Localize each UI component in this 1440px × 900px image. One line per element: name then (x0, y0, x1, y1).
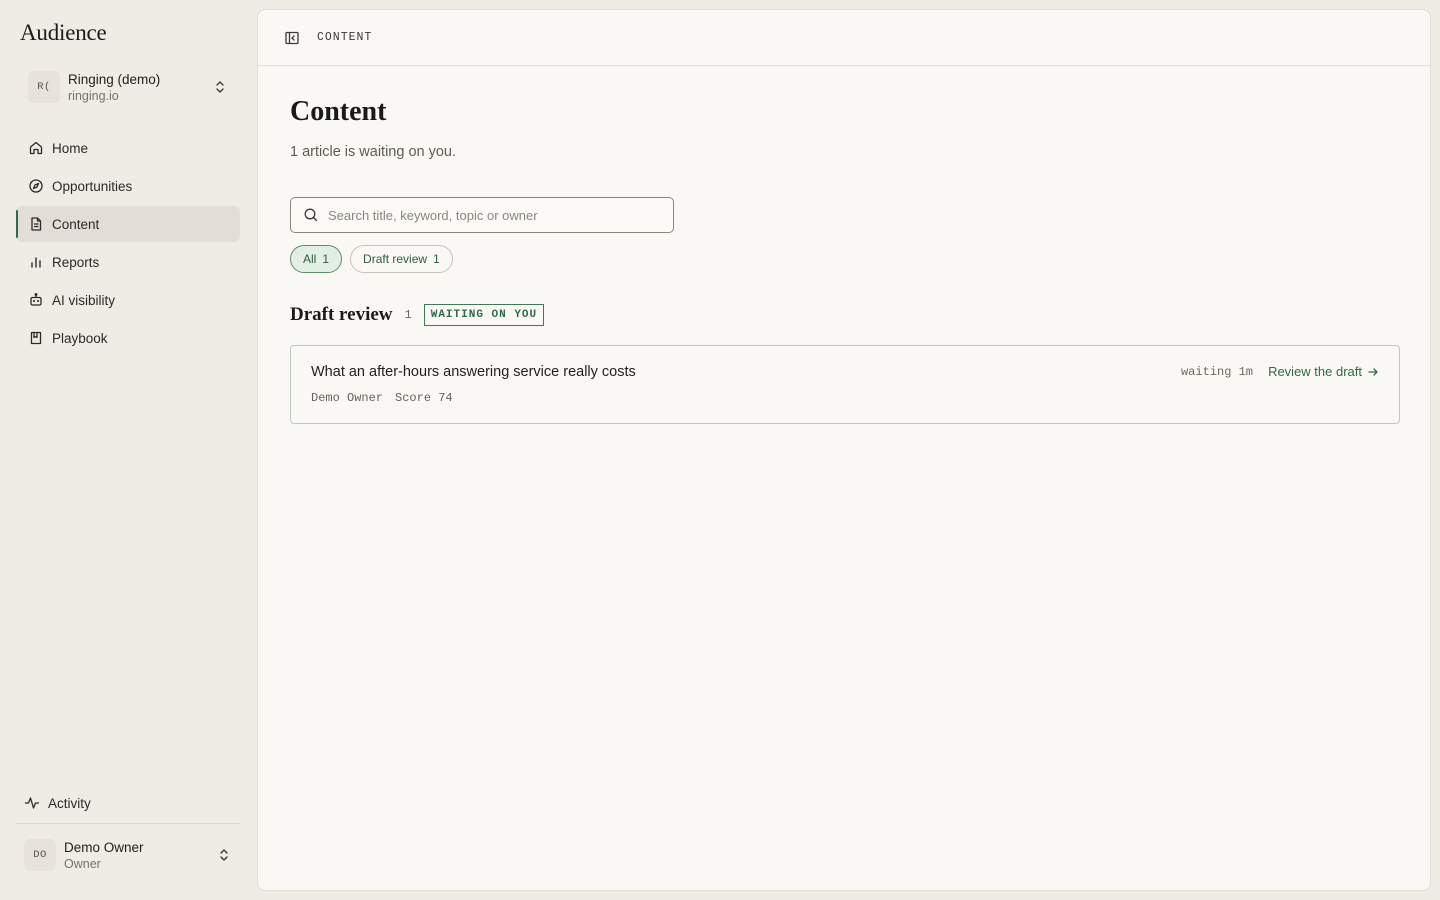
user-info: Demo Owner Owner (64, 839, 144, 872)
sidebar-item-label: Home (52, 140, 89, 156)
filter-chip-label: Draft review (363, 252, 428, 266)
filter-chip-label: All (303, 252, 317, 266)
search-box (290, 197, 674, 233)
sidebar-item-label: Content (52, 216, 100, 232)
filter-chip-count: 1 (433, 252, 440, 266)
sidebar-toggle-icon[interactable] (284, 30, 300, 46)
review-draft-label: Review the draft (1268, 364, 1362, 379)
page-subtitle: 1 article is waiting on you. (290, 144, 457, 160)
user-menu[interactable]: DO Demo Owner Owner (16, 832, 240, 878)
section-title: Draft review (290, 304, 393, 325)
book-icon (28, 330, 44, 346)
user-role: Owner (64, 856, 101, 871)
sidebar-item-label: Activity (48, 795, 91, 811)
main-panel: CONTENT Content 1 article is waiting on … (257, 9, 1431, 891)
sidebar-item-label: Playbook (52, 330, 108, 346)
filter-chip-draft-review[interactable]: Draft review 1 (350, 245, 453, 273)
sidebar-item-content[interactable]: Content (16, 206, 240, 242)
filter-chip-count: 1 (322, 252, 330, 266)
compass-icon (28, 178, 44, 194)
robot-icon (28, 292, 44, 308)
sidebar-item-label: Opportunities (52, 178, 133, 194)
search-icon (303, 207, 319, 223)
arrow-right-icon (1367, 366, 1379, 378)
article-waiting-time: waiting 1m (1180, 365, 1253, 379)
sidebar: Audience R( Ringing (demo) ringing.io Ho… (0, 0, 256, 900)
user-name: Demo Owner (64, 839, 144, 855)
workspace-info: Ringing (demo) ringing.io (68, 71, 160, 104)
breadcrumb: CONTENT (317, 31, 373, 44)
sidebar-item-playbook[interactable]: Playbook (16, 320, 240, 356)
filter-chips: All 1 Draft review 1 (290, 245, 453, 273)
review-draft-link[interactable]: Review the draft (1268, 364, 1379, 379)
sidebar-item-home[interactable]: Home (16, 130, 240, 166)
sidebar-item-label: Reports (52, 254, 100, 270)
article-title: What an after-hours answering service re… (311, 364, 636, 380)
sidebar-item-ai-visibility[interactable]: AI visibility (16, 282, 240, 318)
bar-chart-icon (28, 254, 44, 270)
page-title: Content (290, 96, 387, 127)
sidebar-divider (16, 823, 240, 824)
workspace-name: Ringing (demo) (68, 71, 161, 87)
sidebar-item-activity[interactable]: Activity (16, 788, 240, 818)
filter-chip-all[interactable]: All 1 (290, 245, 343, 273)
article-owner: Demo Owner (311, 391, 384, 405)
search-input[interactable] (328, 207, 658, 223)
user-avatar: DO (24, 839, 56, 871)
section-header: Draft review 1 WAITING ON YOU (290, 304, 545, 326)
sidebar-item-label: AI visibility (52, 292, 116, 308)
article-score: Score 74 (395, 391, 453, 405)
article-meta: Demo Owner Score 74 (311, 391, 453, 405)
workspace-domain: ringing.io (68, 88, 119, 103)
sidebar-item-reports[interactable]: Reports (16, 244, 240, 280)
top-bar: CONTENT (258, 10, 1430, 66)
article-card[interactable]: What an after-hours answering service re… (290, 345, 1400, 424)
workspace-avatar: R( (28, 71, 60, 103)
workspace-switcher[interactable]: R( Ringing (demo) ringing.io (16, 64, 240, 110)
section-count: 1 (404, 308, 412, 322)
sidebar-item-opportunities[interactable]: Opportunities (16, 168, 240, 204)
chevrons-up-down-icon (214, 79, 226, 95)
status-badge: WAITING ON YOU (423, 304, 545, 326)
document-icon (28, 216, 44, 232)
home-icon (28, 140, 44, 156)
brand-logo: Audience (20, 20, 107, 45)
chevrons-up-down-icon (218, 847, 230, 863)
main-nav: Home Opportunities Content Reports AI vi… (16, 130, 240, 358)
activity-icon (24, 795, 40, 811)
